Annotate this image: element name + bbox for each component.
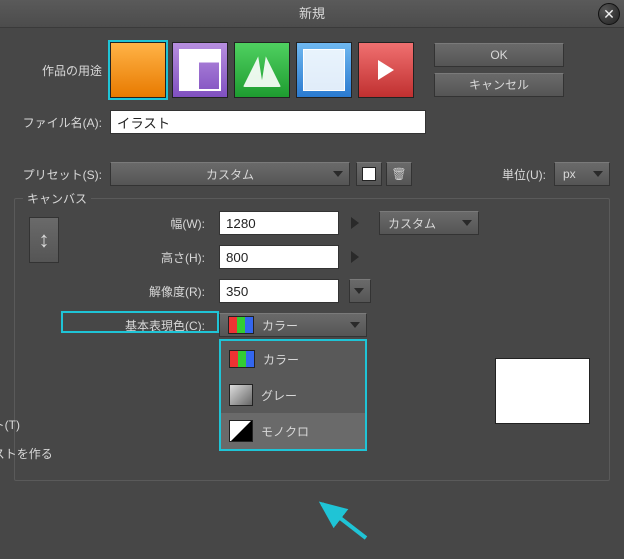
usage-animation-icon[interactable] [358, 42, 414, 98]
resolution-dropdown[interactable] [349, 279, 371, 303]
color-option-gray[interactable]: グレー [221, 377, 365, 413]
preset-value: カスタム [206, 166, 254, 183]
unit-value: px [563, 167, 576, 181]
ok-button[interactable]: OK [434, 43, 564, 67]
usage-icon-group [110, 42, 414, 98]
unit-label: 単位(U): [458, 166, 554, 183]
unit-dropdown[interactable]: px [554, 162, 610, 186]
resolution-label: 解像度(R): [63, 283, 213, 300]
colormode-label: 基本表現色(C): [63, 317, 213, 334]
canvas-legend: キャンバス [23, 190, 91, 207]
resolution-input[interactable] [219, 279, 339, 303]
usage-illustration-icon[interactable] [110, 42, 166, 98]
opt-label: モノクロ [261, 423, 309, 440]
colormode-value: カラー [262, 317, 298, 334]
cancel-button[interactable]: キャンセル [434, 73, 564, 97]
usage-comic-icon[interactable] [172, 42, 228, 98]
width-input[interactable] [219, 211, 339, 235]
template-label: テンプレート(T) [0, 416, 20, 433]
usage-book-icon[interactable] [234, 42, 290, 98]
height-input[interactable] [219, 245, 339, 269]
filename-input[interactable] [110, 110, 426, 134]
save-preset-button[interactable] [356, 162, 382, 186]
usage-print-icon[interactable] [296, 42, 352, 98]
width-label: 幅(W): [63, 215, 213, 232]
trash-icon: 🗑 [391, 167, 406, 181]
rgb-icon [228, 316, 254, 334]
width-step-icon[interactable] [351, 217, 359, 229]
preset-dropdown[interactable]: カスタム [110, 162, 350, 186]
gray-swatch-icon [229, 384, 253, 406]
opt-label: カラー [263, 351, 299, 368]
preset-label: プリセット(S): [14, 166, 110, 183]
delete-preset-button[interactable]: 🗑 [386, 162, 412, 186]
size-preset-value: カスタム [388, 215, 436, 232]
chevron-down-icon [462, 220, 472, 226]
mono-swatch-icon [229, 420, 253, 442]
opt-label: グレー [261, 387, 297, 404]
chevron-down-icon [593, 171, 603, 177]
color-option-color[interactable]: カラー [221, 341, 365, 377]
title-bar: 新規 ✕ [0, 0, 624, 28]
chevron-down-icon [354, 288, 364, 294]
usage-label: 作品の用途 [14, 62, 110, 79]
chevron-down-icon [350, 322, 360, 328]
canvas-preview [495, 358, 590, 424]
height-label: 高さ(H): [63, 249, 213, 266]
close-button[interactable]: ✕ [598, 3, 620, 25]
height-step-icon[interactable] [351, 251, 359, 263]
canvas-fieldset: キャンバス ↕ 幅(W): カスタム 高さ(H): [14, 198, 610, 481]
cursor-arrow-annotation [316, 498, 376, 546]
colormode-dropdown[interactable]: カラー [219, 313, 367, 337]
size-preset-dropdown[interactable]: カスタム [379, 211, 479, 235]
dialog-title: 新規 [299, 6, 325, 21]
anim-label: うごくイラストを作る [0, 445, 53, 462]
rgb-icon [229, 350, 255, 368]
chevron-down-icon [333, 171, 343, 177]
filename-label: ファイル名(A): [14, 114, 110, 131]
color-option-mono[interactable]: モノクロ [221, 413, 365, 449]
orientation-toggle[interactable]: ↕ [29, 217, 59, 263]
page-icon [362, 167, 376, 181]
